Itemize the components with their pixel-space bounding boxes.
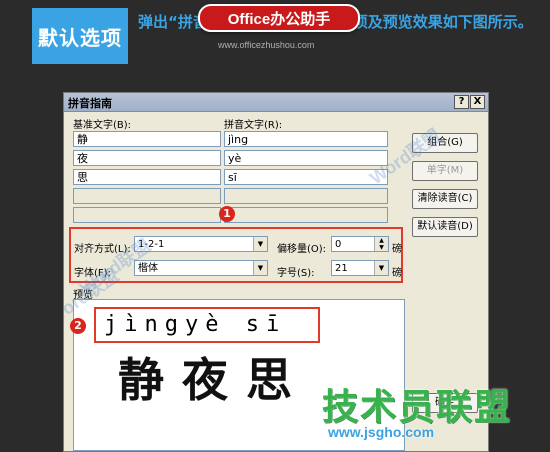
- base-text-field[interactable]: [73, 188, 221, 204]
- base-text-field[interactable]: [73, 207, 221, 223]
- site-logo-text: 技术员联盟: [322, 387, 513, 428]
- ruby-text-field[interactable]: jìng: [224, 131, 388, 147]
- preview-characters: 静夜思: [118, 353, 310, 407]
- size-select[interactable]: 21 ▼: [331, 260, 389, 276]
- font-value: 楷体: [138, 263, 158, 274]
- section-title: 默认选项: [32, 8, 128, 64]
- size-label: 字号(S):: [277, 268, 315, 279]
- site-logo: 技术员联盟 www.jsgho.com: [318, 378, 550, 450]
- alignment-label: 对齐方式(L):: [74, 244, 131, 255]
- base-text-field[interactable]: 静: [73, 131, 221, 147]
- brand-url: www.officezhushou.com: [218, 40, 315, 50]
- offset-unit: 磅: [392, 244, 402, 255]
- dialog-titlebar: 拼音指南 ? X: [64, 93, 488, 112]
- size-value: 21: [335, 263, 348, 274]
- chevron-down-icon[interactable]: ▼: [253, 261, 267, 275]
- offset-stepper[interactable]: 0 ▲ ▼: [331, 236, 389, 252]
- help-button[interactable]: ?: [454, 95, 469, 109]
- brand-logo: Office办公助手: [198, 4, 360, 32]
- alignment-select[interactable]: 1-2-1 ▼: [134, 236, 268, 252]
- base-text-field[interactable]: 夜: [73, 150, 221, 166]
- site-logo-url: www.jsgho.com: [328, 424, 435, 440]
- group-button[interactable]: 组合(G): [412, 133, 478, 153]
- base-text-label: 基准文字(B):: [73, 120, 132, 131]
- preview-highlight: [94, 307, 320, 343]
- alignment-value: 1-2-1: [138, 239, 165, 250]
- close-button[interactable]: X: [470, 95, 485, 109]
- offset-value: 0: [335, 239, 342, 250]
- dialog-title: 拼音指南: [68, 97, 112, 110]
- marker-1: 1: [219, 206, 235, 222]
- mono-button[interactable]: 单字(M): [412, 161, 478, 181]
- ruby-text-field[interactable]: [224, 188, 388, 204]
- font-select[interactable]: 楷体 ▼: [134, 260, 268, 276]
- ruby-text-field[interactable]: yè: [224, 150, 388, 166]
- chevron-down-icon[interactable]: ▼: [253, 237, 267, 251]
- font-label: 字体(F):: [74, 268, 111, 279]
- clear-reading-button[interactable]: 清除读音(C): [412, 189, 478, 209]
- ruby-text-field[interactable]: [224, 207, 388, 223]
- default-reading-button[interactable]: 默认读音(D): [412, 217, 478, 237]
- chevron-down-icon[interactable]: ▼: [374, 261, 388, 275]
- marker-2: 2: [70, 318, 86, 334]
- base-text-field[interactable]: 思: [73, 169, 221, 185]
- spin-icon[interactable]: ▲ ▼: [374, 237, 388, 251]
- offset-label: 偏移量(O):: [277, 244, 327, 255]
- size-unit: 磅: [392, 268, 402, 279]
- ruby-text-field[interactable]: sī: [224, 169, 388, 185]
- ruby-text-label: 拼音文字(R):: [224, 120, 283, 131]
